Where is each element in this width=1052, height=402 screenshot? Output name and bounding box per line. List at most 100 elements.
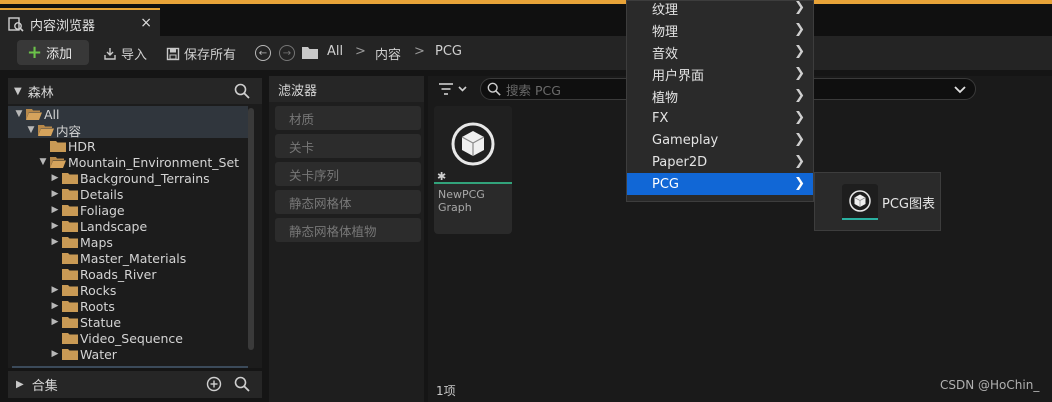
folder-icon bbox=[62, 301, 78, 312]
tree-item-label: Details bbox=[80, 186, 124, 202]
collapsed-arrow-icon[interactable]: ▶ bbox=[50, 317, 60, 327]
folder-icon bbox=[62, 333, 78, 344]
tab-bar: 内容浏览器 × bbox=[0, 4, 1052, 38]
tree-item[interactable]: ▶ Background_Terrains bbox=[8, 170, 248, 186]
menu-item-physics[interactable]: 物理 ❯ bbox=[627, 19, 813, 41]
collapsed-arrow-icon[interactable]: ▶ bbox=[50, 221, 60, 231]
tree-horizontal-scrollbar[interactable] bbox=[12, 366, 248, 368]
folder-tree: ▼ All ▼ 内容 HDR ▼ Mountain_Environment_Set ▶ Back… bbox=[8, 106, 248, 362]
chevron-right-icon: ❯ bbox=[794, 0, 805, 15]
chevron-right-icon: ❯ bbox=[794, 154, 805, 169]
folder-icon[interactable] bbox=[302, 46, 318, 59]
menu-item-label: FX bbox=[652, 110, 669, 126]
tree-item[interactable]: ▼ 内容 bbox=[8, 122, 248, 139]
search-icon[interactable] bbox=[234, 376, 250, 392]
tree-item[interactable]: ▼ All bbox=[8, 106, 248, 122]
back-arrow-icon[interactable]: ← bbox=[255, 45, 271, 61]
tree-item[interactable]: ▶ Rocks bbox=[8, 282, 248, 298]
folder-icon bbox=[62, 269, 78, 280]
filter-chip-level[interactable]: 关卡 bbox=[275, 134, 421, 158]
tree-item[interactable]: Video_Sequence bbox=[8, 330, 248, 346]
expand-arrow-icon[interactable]: ▶ bbox=[16, 379, 24, 390]
collapsed-arrow-icon[interactable]: ▶ bbox=[50, 237, 60, 247]
tab-content-browser[interactable]: 内容浏览器 × bbox=[0, 8, 160, 38]
chevron-right-icon: ❯ bbox=[794, 66, 805, 81]
menu-item-label: 纹理 bbox=[652, 2, 679, 18]
tree-item[interactable]: ▶ Landscape bbox=[8, 218, 248, 234]
tree-item-label: Maps bbox=[80, 234, 113, 250]
pcg-graph-icon bbox=[451, 122, 495, 166]
search-icon[interactable] bbox=[234, 83, 250, 99]
save-all-label: 保存所有 bbox=[184, 48, 237, 63]
filter-chip-static-mesh-foliage[interactable]: 静态网格体植物 bbox=[275, 218, 421, 242]
chevron-right-icon: ❯ bbox=[794, 44, 805, 59]
folder-icon bbox=[62, 349, 78, 360]
tree-item[interactable]: ▶ Maps bbox=[8, 234, 248, 250]
tree-item[interactable]: ▼ Mountain_Environment_Set bbox=[8, 154, 248, 170]
pcg-graph-label[interactable]: PCG图表 bbox=[882, 193, 935, 212]
asset-thumbnail: ✱ bbox=[434, 106, 512, 183]
menu-item-foliage[interactable]: 植物 ❯ bbox=[627, 85, 813, 107]
close-tab-icon[interactable]: × bbox=[140, 15, 152, 31]
tree-item[interactable]: ▶ Details bbox=[8, 186, 248, 202]
forward-arrow-icon[interactable]: → bbox=[279, 45, 295, 61]
menu-item-texture[interactable]: 纹理 ❯ bbox=[627, 0, 813, 19]
chevron-right-icon: ❯ bbox=[794, 22, 805, 37]
tree-item[interactable]: Master_Materials bbox=[8, 250, 248, 266]
save-all-button[interactable]: 保存所有 bbox=[166, 44, 236, 63]
add-collection-icon[interactable] bbox=[206, 376, 222, 392]
toolbar: + 添加 导入 保存所有 ← → All > 内容 > PCG bbox=[0, 36, 1052, 70]
tree-item[interactable]: ▶ Roots bbox=[8, 298, 248, 314]
collapsed-arrow-icon[interactable]: ▶ bbox=[50, 205, 60, 215]
chevron-right-icon: ❯ bbox=[794, 88, 805, 103]
breadcrumb-all[interactable]: All bbox=[327, 44, 343, 59]
collapsed-arrow-icon[interactable]: ▶ bbox=[50, 189, 60, 199]
filter-chip-level-sequence[interactable]: 关卡序列 bbox=[275, 162, 421, 186]
tree-item-label: HDR bbox=[68, 138, 96, 154]
add-button[interactable]: + 添加 bbox=[17, 40, 89, 65]
collapsed-arrow-icon[interactable]: ▶ bbox=[50, 173, 60, 183]
menu-item-label: PCG bbox=[652, 176, 679, 192]
import-icon bbox=[104, 47, 116, 60]
asset-name-line1: NewPCG bbox=[438, 188, 485, 201]
folder-icon bbox=[50, 141, 66, 152]
collections-label: 合集 bbox=[31, 379, 58, 394]
menu-item-pcg[interactable]: PCG ❯ bbox=[627, 173, 813, 195]
folder-open-icon bbox=[50, 157, 66, 168]
expanded-arrow-icon[interactable]: ▼ bbox=[38, 157, 48, 167]
filter-chip-static-mesh[interactable]: 静态网格体 bbox=[275, 190, 421, 214]
menu-item-paper2d[interactable]: Paper2D ❯ bbox=[627, 151, 813, 173]
filter-chip-material[interactable]: 材质 bbox=[275, 106, 421, 130]
collapsed-arrow-icon[interactable]: ▶ bbox=[50, 301, 60, 311]
collapsed-arrow-icon[interactable]: ▶ bbox=[50, 285, 60, 295]
expanded-arrow-icon[interactable]: ▼ bbox=[14, 109, 24, 119]
collections-header[interactable]: ▶ 合集 bbox=[8, 371, 262, 398]
collapse-arrow-icon[interactable]: ▼ bbox=[14, 86, 22, 97]
sources-header-label: 森林 bbox=[27, 85, 54, 101]
tree-item[interactable]: ▶ Water bbox=[8, 346, 248, 362]
filter-icon[interactable] bbox=[438, 82, 468, 96]
breadcrumb-pcg[interactable]: PCG bbox=[435, 44, 462, 59]
menu-item-user-interface[interactable]: 用户界面 ❯ bbox=[627, 63, 813, 85]
menu-item-sounds[interactable]: 音效 ❯ bbox=[627, 41, 813, 63]
folder-icon bbox=[62, 189, 78, 200]
menu-item-gameplay[interactable]: Gameplay ❯ bbox=[627, 129, 813, 151]
asset-tile-newpcggraph[interactable]: ✱ NewPCG Graph bbox=[434, 106, 512, 234]
tree-item-label: Rocks bbox=[80, 282, 117, 298]
tree-item[interactable]: ▶ Foliage bbox=[8, 202, 248, 218]
import-button[interactable]: 导入 bbox=[103, 44, 147, 63]
menu-item-label: Gameplay bbox=[652, 132, 719, 148]
menu-item-fx[interactable]: FX ❯ bbox=[627, 107, 813, 129]
tree-item[interactable]: Roads_River bbox=[8, 266, 248, 282]
sources-header[interactable]: ▼ 森林 bbox=[8, 78, 262, 104]
pcg-graph-option[interactable] bbox=[842, 184, 878, 220]
tree-item[interactable]: HDR bbox=[8, 138, 248, 154]
breadcrumb-content[interactable]: 内容 bbox=[375, 44, 401, 63]
save-icon bbox=[166, 47, 180, 60]
chevron-down-icon[interactable] bbox=[953, 82, 967, 96]
collapsed-arrow-icon[interactable]: ▶ bbox=[50, 349, 60, 359]
item-count: 1项 bbox=[436, 384, 456, 398]
tree-item[interactable]: ▶ Statue bbox=[8, 314, 248, 330]
expanded-arrow-icon[interactable]: ▼ bbox=[26, 125, 36, 135]
tree-scrollbar[interactable] bbox=[248, 108, 254, 350]
